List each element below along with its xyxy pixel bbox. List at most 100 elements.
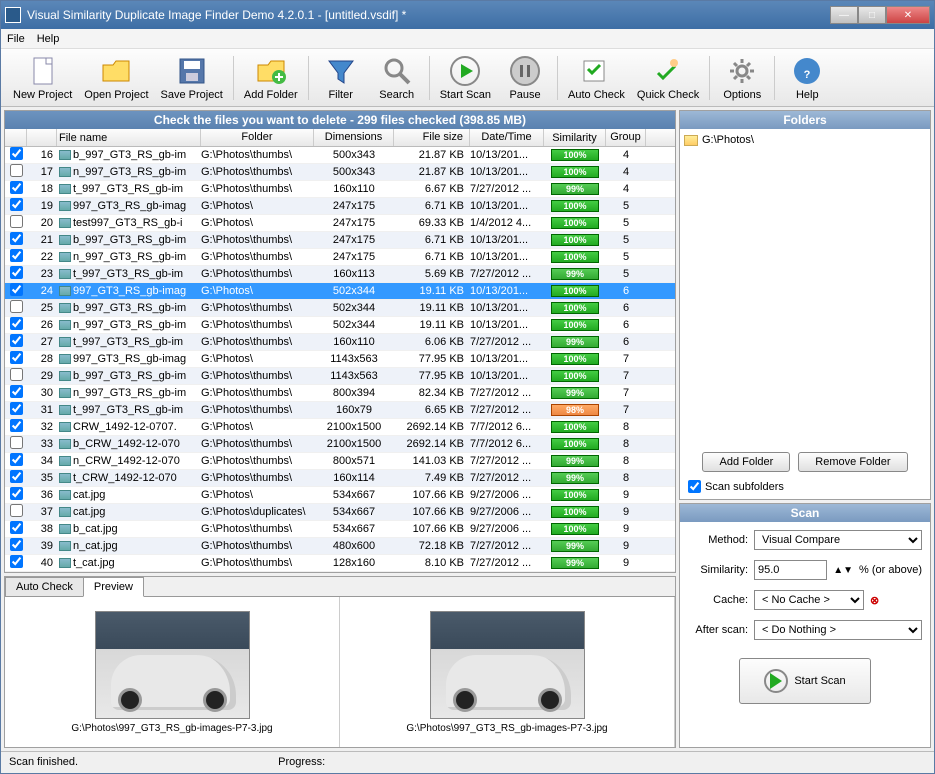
table-row[interactable]: 38b_cat.jpgG:\Photos\thumbs\534x667107.6… bbox=[5, 521, 675, 538]
row-checkbox[interactable] bbox=[10, 487, 23, 500]
table-row[interactable]: 27t_997_GT3_RS_gb-imG:\Photos\thumbs\160… bbox=[5, 334, 675, 351]
options-button[interactable]: Options bbox=[714, 53, 770, 103]
row-checkbox[interactable] bbox=[10, 453, 23, 466]
save-project-button[interactable]: Save Project bbox=[155, 53, 229, 103]
table-row[interactable]: 28997_GT3_RS_gb-imagG:\Photos\1143x56377… bbox=[5, 351, 675, 368]
row-checkbox[interactable] bbox=[10, 266, 23, 279]
row-folder: G:\Photos\thumbs\ bbox=[201, 438, 314, 450]
table-row[interactable]: 29b_997_GT3_RS_gb-imG:\Photos\thumbs\114… bbox=[5, 368, 675, 385]
method-select[interactable]: Visual Compare bbox=[754, 530, 922, 550]
table-row[interactable]: 32CRW_1492-12-0707.G:\Photos\2100x150026… bbox=[5, 419, 675, 436]
table-row[interactable]: 37cat.jpgG:\Photos\duplicates\534x667107… bbox=[5, 504, 675, 521]
col-datetime[interactable]: Date/Time bbox=[470, 129, 544, 146]
table-row[interactable]: 18t_997_GT3_RS_gb-imG:\Photos\thumbs\160… bbox=[5, 181, 675, 198]
remove-folder-button[interactable]: Remove Folder bbox=[798, 452, 907, 472]
row-checkbox[interactable] bbox=[10, 538, 23, 551]
folders-list[interactable]: G:\Photos\ bbox=[680, 129, 930, 446]
row-checkbox[interactable] bbox=[10, 215, 23, 228]
row-checkbox[interactable] bbox=[10, 334, 23, 347]
table-row[interactable]: 40t_cat.jpgG:\Photos\thumbs\128x1608.10 … bbox=[5, 555, 675, 572]
col-group[interactable]: Group bbox=[606, 129, 646, 146]
cache-select[interactable]: < No Cache > bbox=[754, 590, 864, 610]
grid-body[interactable]: 16b_997_GT3_RS_gb-imG:\Photos\thumbs\500… bbox=[5, 147, 675, 572]
image-file-icon bbox=[59, 354, 71, 364]
quick-check-button[interactable]: Quick Check bbox=[631, 53, 705, 103]
table-row[interactable]: 34n_CRW_1492-12-070G:\Photos\thumbs\800x… bbox=[5, 453, 675, 470]
table-row[interactable]: 35t_CRW_1492-12-070G:\Photos\thumbs\160x… bbox=[5, 470, 675, 487]
table-row[interactable]: 20test997_GT3_RS_gb-iG:\Photos\247x17569… bbox=[5, 215, 675, 232]
row-checkbox[interactable] bbox=[10, 385, 23, 398]
row-checkbox[interactable] bbox=[10, 351, 23, 364]
add-folder-panel-button[interactable]: Add Folder bbox=[702, 452, 790, 472]
pause-button[interactable]: Pause bbox=[497, 53, 553, 103]
close-button[interactable]: ✕ bbox=[886, 6, 930, 24]
table-row[interactable]: 31t_997_GT3_RS_gb-imG:\Photos\thumbs\160… bbox=[5, 402, 675, 419]
tab-auto-check[interactable]: Auto Check bbox=[5, 577, 84, 596]
col-folder[interactable]: Folder bbox=[201, 129, 314, 146]
row-number: 17 bbox=[27, 166, 57, 178]
add-folder-button[interactable]: Add Folder bbox=[238, 53, 304, 103]
row-checkbox[interactable] bbox=[10, 521, 23, 534]
row-checkbox[interactable] bbox=[10, 249, 23, 262]
start-scan-toolbar-button[interactable]: Start Scan bbox=[434, 53, 497, 103]
help-toolbar-button[interactable]: ?Help bbox=[779, 53, 835, 103]
row-checkbox[interactable] bbox=[10, 504, 23, 517]
tab-preview[interactable]: Preview bbox=[83, 577, 144, 597]
table-row[interactable]: 24997_GT3_RS_gb-imagG:\Photos\502x34419.… bbox=[5, 283, 675, 300]
menu-file[interactable]: File bbox=[7, 33, 25, 45]
table-row[interactable]: 22n_997_GT3_RS_gb-imG:\Photos\thumbs\247… bbox=[5, 249, 675, 266]
row-checkbox[interactable] bbox=[10, 419, 23, 432]
open-project-button[interactable]: Open Project bbox=[78, 53, 154, 103]
row-dimensions: 534x667 bbox=[314, 523, 394, 535]
row-number: 34 bbox=[27, 455, 57, 467]
row-checkbox[interactable] bbox=[10, 470, 23, 483]
row-similarity: 100% bbox=[544, 217, 606, 229]
row-group: 7 bbox=[606, 353, 646, 365]
table-row[interactable]: 16b_997_GT3_RS_gb-imG:\Photos\thumbs\500… bbox=[5, 147, 675, 164]
col-dimensions[interactable]: Dimensions bbox=[314, 129, 394, 146]
table-row[interactable]: 21b_997_GT3_RS_gb-imG:\Photos\thumbs\247… bbox=[5, 232, 675, 249]
row-folder: G:\Photos\ bbox=[201, 353, 314, 365]
table-row[interactable]: 33b_CRW_1492-12-070G:\Photos\thumbs\2100… bbox=[5, 436, 675, 453]
table-row[interactable]: 19997_GT3_RS_gb-imagG:\Photos\247x1756.7… bbox=[5, 198, 675, 215]
after-scan-select[interactable]: < Do Nothing > bbox=[754, 620, 922, 640]
preview-left: G:\Photos\997_GT3_RS_gb-images-P7-3.jpg bbox=[5, 597, 340, 747]
table-row[interactable]: 36cat.jpgG:\Photos\534x667107.66 KB9/27/… bbox=[5, 487, 675, 504]
table-row[interactable]: 25b_997_GT3_RS_gb-imG:\Photos\thumbs\502… bbox=[5, 300, 675, 317]
col-similarity[interactable]: Similarity bbox=[544, 129, 606, 146]
table-row[interactable]: 23t_997_GT3_RS_gb-imG:\Photos\thumbs\160… bbox=[5, 266, 675, 283]
scan-subfolders-checkbox[interactable] bbox=[688, 480, 701, 493]
row-checkbox[interactable] bbox=[10, 198, 23, 211]
row-checkbox[interactable] bbox=[10, 164, 23, 177]
table-row[interactable]: 39n_cat.jpgG:\Photos\thumbs\480x60072.18… bbox=[5, 538, 675, 555]
filter-button[interactable]: Filter bbox=[313, 53, 369, 103]
row-checkbox[interactable] bbox=[10, 232, 23, 245]
table-row[interactable]: 17n_997_GT3_RS_gb-imG:\Photos\thumbs\500… bbox=[5, 164, 675, 181]
image-file-icon bbox=[59, 184, 71, 194]
col-filename[interactable]: File name bbox=[57, 129, 201, 146]
col-filesize[interactable]: File size bbox=[394, 129, 470, 146]
image-file-icon bbox=[59, 337, 71, 347]
row-checkbox[interactable] bbox=[10, 181, 23, 194]
row-checkbox[interactable] bbox=[10, 368, 23, 381]
table-row[interactable]: 30n_997_GT3_RS_gb-imG:\Photos\thumbs\800… bbox=[5, 385, 675, 402]
maximize-button[interactable]: □ bbox=[858, 6, 886, 24]
row-checkbox[interactable] bbox=[10, 317, 23, 330]
folder-item[interactable]: G:\Photos\ bbox=[684, 133, 926, 147]
similarity-input[interactable] bbox=[754, 560, 827, 580]
clear-cache-icon[interactable]: ⊗ bbox=[870, 594, 879, 607]
row-checkbox[interactable] bbox=[10, 402, 23, 415]
row-number: 30 bbox=[27, 387, 57, 399]
auto-check-button[interactable]: Auto Check bbox=[562, 53, 631, 103]
row-checkbox[interactable] bbox=[10, 436, 23, 449]
table-row[interactable]: 26n_997_GT3_RS_gb-imG:\Photos\thumbs\502… bbox=[5, 317, 675, 334]
start-scan-button[interactable]: Start Scan bbox=[739, 658, 870, 704]
row-checkbox[interactable] bbox=[10, 300, 23, 313]
search-button[interactable]: Search bbox=[369, 53, 425, 103]
new-project-button[interactable]: New Project bbox=[7, 53, 78, 103]
row-checkbox[interactable] bbox=[10, 283, 23, 296]
menu-help[interactable]: Help bbox=[37, 33, 60, 45]
minimize-button[interactable]: — bbox=[830, 6, 858, 24]
row-checkbox[interactable] bbox=[10, 555, 23, 568]
row-checkbox[interactable] bbox=[10, 147, 23, 160]
